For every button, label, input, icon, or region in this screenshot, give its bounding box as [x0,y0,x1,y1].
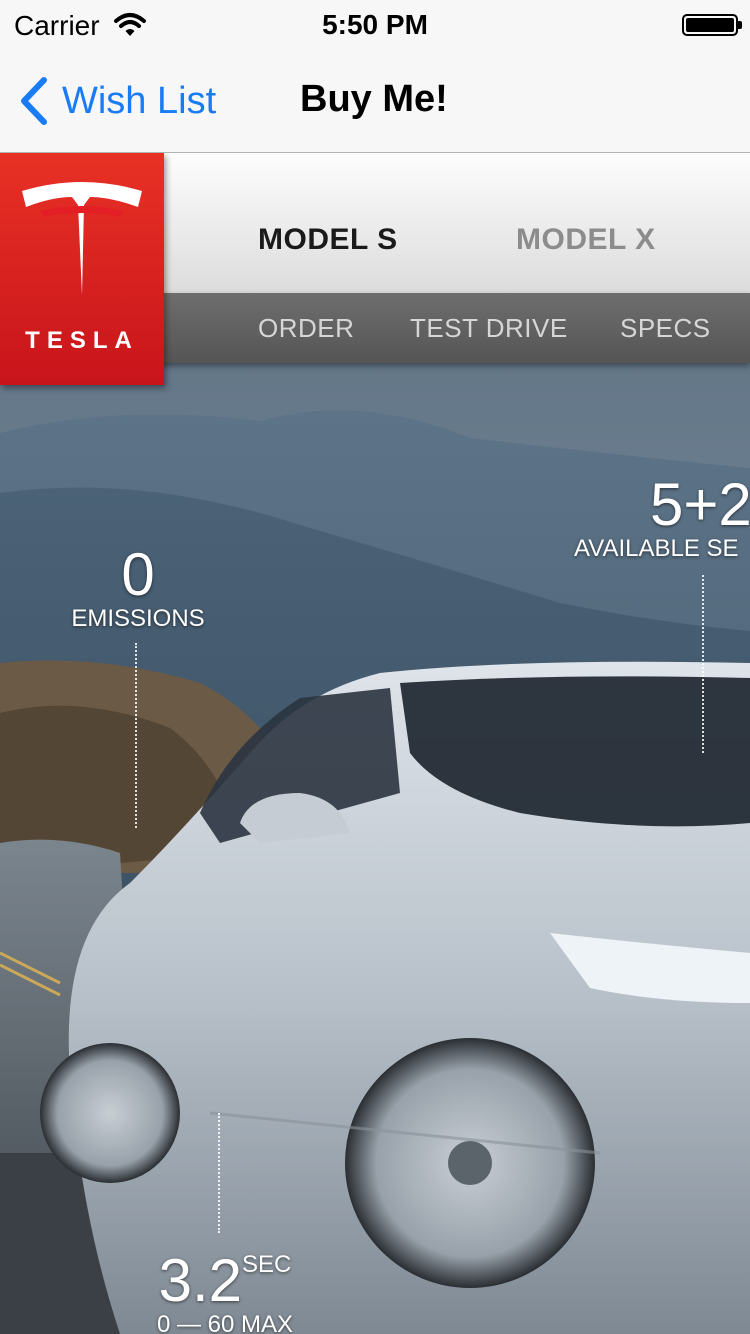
specs-link[interactable]: SPECS [620,313,711,344]
tesla-t-icon [22,182,142,295]
page-title: Buy Me! [300,78,448,120]
stat-seats: 5+2 AVAILABLE SE [574,475,750,564]
status-bar: Carrier 5:50 PM [0,0,750,50]
stat-time-line [218,1113,220,1233]
tab-model-x[interactable]: MODEL X [516,223,656,257]
back-button[interactable]: Wish List [16,76,216,126]
battery-icon [682,14,742,36]
stat-acceleration-label: 0 — 60 MAX [156,1311,294,1334]
order-link[interactable]: ORDER [258,313,354,344]
tab-model-s[interactable]: MODEL S [258,223,398,257]
stat-emissions-label: EMISSIONS [71,605,205,632]
stat-emissions: 0 EMISSIONS [60,545,216,634]
back-button-label: Wish List [62,79,217,122]
stat-seats-line [702,575,704,753]
stat-acceleration: 3.2SEC 0 — 60 MAX [140,1251,310,1334]
stat-emissions-value: 0 [121,541,155,608]
tesla-logo[interactable]: TESLA [0,153,164,385]
status-time: 5:50 PM [322,9,428,40]
chevron-left-icon [21,77,47,125]
test-drive-link[interactable]: TEST DRIVE [410,313,568,344]
web-content[interactable]: MODEL S MODEL X ORDER TEST DRIVE SPECS T… [0,153,750,1334]
navigation-bar: Wish List Buy Me! [0,50,750,153]
stat-seats-value: 5+2 [650,471,750,538]
stat-seats-label: AVAILABLE SE [574,535,739,562]
stat-emissions-line [135,643,137,828]
stat-acceleration-value: 3.2 [158,1247,243,1314]
tesla-wordmark: TESLA [25,327,139,354]
stat-acceleration-unit: SEC [242,1251,292,1278]
